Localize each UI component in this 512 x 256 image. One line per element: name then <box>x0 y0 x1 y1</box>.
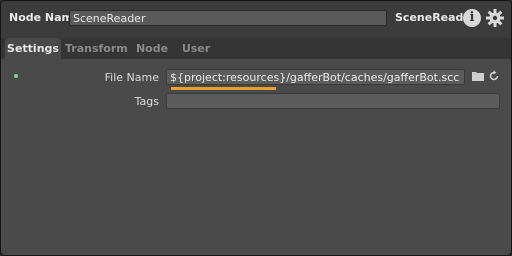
node-header: Node Name SceneReader SceneReader i <box>1 1 511 35</box>
settings-panel: File Name ${project:resources}/gafferBot… <box>1 59 511 255</box>
file-name-underline <box>171 87 276 90</box>
tab-bar: Settings Transform Node User <box>1 38 511 59</box>
tags-input[interactable] <box>166 93 500 109</box>
tags-label: Tags <box>134 95 159 108</box>
tab-user[interactable]: User <box>179 38 213 59</box>
node-name-input[interactable]: SceneReader <box>69 10 387 26</box>
folder-icon[interactable] <box>472 71 484 81</box>
tab-settings[interactable]: Settings <box>5 38 61 59</box>
reload-icon[interactable] <box>488 70 500 82</box>
node-editor-window: Node Name SceneReader SceneReader i Sett… <box>0 0 512 256</box>
tab-node[interactable]: Node <box>133 38 171 59</box>
tab-transform[interactable]: Transform <box>65 38 128 59</box>
gear-icon[interactable] <box>485 8 505 28</box>
file-name-input[interactable]: ${project:resources}/gafferBot/caches/ga… <box>166 69 465 85</box>
file-name-label: File Name <box>104 71 159 84</box>
info-icon[interactable]: i <box>463 9 481 27</box>
status-dot <box>14 74 18 78</box>
